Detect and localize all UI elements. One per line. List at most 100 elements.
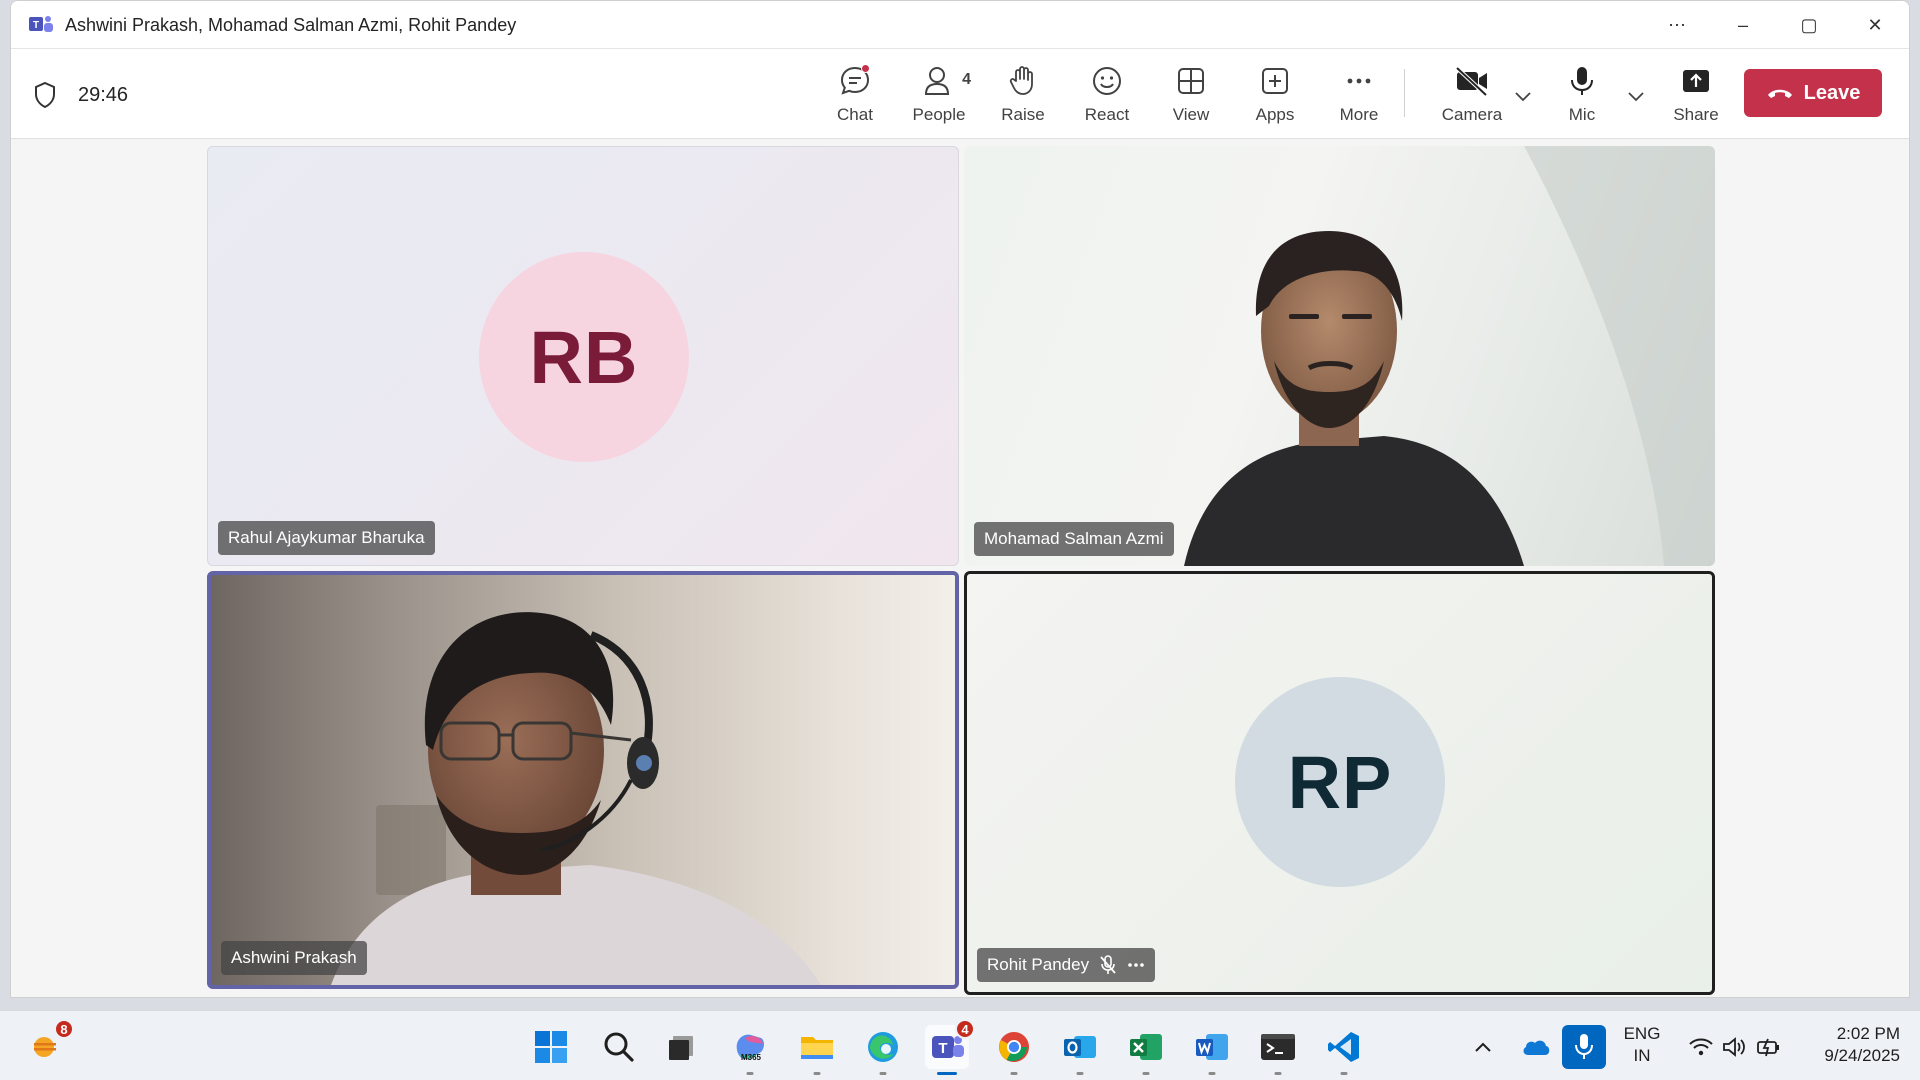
search-button[interactable] [597, 1025, 641, 1069]
word-icon [1196, 1034, 1228, 1060]
windows-taskbar: 8 M365 T 4 ENG IN 2:02 PM 9/24/2025 [0, 1010, 1920, 1080]
running-indicator [1142, 1072, 1150, 1075]
toolbar-separator [1404, 69, 1405, 117]
react-button[interactable]: React [1068, 61, 1146, 131]
participant-options-icon[interactable] [1127, 962, 1145, 968]
people-count: 4 [962, 71, 971, 88]
camera-label: Camera [1441, 105, 1503, 124]
maximize-button[interactable]: ▢ [1787, 11, 1831, 39]
participant-name-tag: Rohit Pandey [977, 948, 1156, 982]
hang-up-icon [1767, 89, 1792, 98]
share-screen-icon [1683, 70, 1709, 92]
clock-time: 2:02 PM [1836, 1024, 1900, 1043]
participant-video-feed [331, 612, 821, 985]
onedrive-cloud-icon [1523, 1040, 1550, 1055]
chrome-app[interactable] [992, 1025, 1036, 1075]
participant-name-tag: Ashwini Prakash [221, 941, 367, 975]
participant-name: Rahul Ajaykumar Bharuka [228, 528, 425, 547]
mic-muted-icon [1100, 955, 1116, 974]
start-icon [535, 1031, 567, 1063]
battery-charging-icon [1757, 1038, 1779, 1057]
file-explorer-app[interactable] [795, 1025, 839, 1075]
mic-options-chevron[interactable] [1624, 85, 1648, 109]
teams-badge: 4 [955, 1019, 975, 1039]
weather-widget[interactable]: 8 [24, 1019, 74, 1069]
smiley-icon [1093, 67, 1121, 95]
participant-video-tile-active-speaker[interactable]: Ashwini Prakash [207, 571, 959, 989]
running-indicator [1010, 1072, 1018, 1075]
meeting-toolbar: 29:46 Chat 4 People Raise React View App… [11, 49, 1909, 139]
input-language-indicator[interactable]: ENG IN [1617, 1023, 1667, 1067]
people-icon [924, 67, 950, 95]
quick-settings-tray[interactable] [1680, 1025, 1790, 1069]
outlook-app[interactable] [1058, 1025, 1102, 1075]
react-label: React [1084, 105, 1130, 124]
avatar: RP [1235, 677, 1445, 887]
teams-app[interactable]: T 4 [925, 1019, 975, 1075]
search-icon [604, 1032, 634, 1062]
more-button[interactable]: More [1320, 61, 1398, 131]
vscode-app[interactable] [1322, 1025, 1366, 1075]
mic-label: Mic [1568, 105, 1596, 124]
unread-indicator [861, 64, 870, 73]
raise-hand-button[interactable]: Raise [984, 61, 1062, 131]
edge-app[interactable] [861, 1025, 905, 1075]
apps-button[interactable]: Apps [1236, 61, 1314, 131]
microphone-in-use-tray[interactable] [1562, 1025, 1606, 1069]
language-region: IN [1633, 1046, 1651, 1065]
vscode-icon [1328, 1032, 1359, 1062]
svg-text:M365: M365 [741, 1053, 762, 1062]
running-indicator [1340, 1072, 1348, 1075]
window-more-options-button[interactable]: ⋯ [1655, 11, 1699, 39]
people-button[interactable]: 4 People [900, 61, 978, 131]
participant-name-tag: Mohamad Salman Azmi [974, 522, 1174, 556]
participant-tile[interactable]: RB Rahul Ajaykumar Bharuka [207, 146, 959, 566]
leave-button[interactable]: Leave [1744, 69, 1882, 117]
mic-button[interactable]: Mic [1543, 61, 1621, 131]
weather-badge: 8 [54, 1019, 74, 1039]
close-button[interactable]: ✕ [1853, 11, 1897, 39]
m365-copilot-icon: M365 [736, 1034, 764, 1062]
task-view-icon [669, 1036, 693, 1060]
camera-options-chevron[interactable] [1511, 85, 1535, 109]
participant-video-tile[interactable]: Mohamad Salman Azmi [964, 146, 1715, 566]
raise-label: Raise [1001, 105, 1045, 124]
avatar: RB [479, 252, 689, 462]
terminal-app[interactable] [1256, 1025, 1300, 1075]
word-app[interactable] [1190, 1025, 1234, 1075]
share-button[interactable]: Share [1657, 61, 1735, 131]
terminal-icon [1261, 1034, 1295, 1060]
taskbar-clock[interactable]: 2:02 PM 9/24/2025 [1800, 1023, 1900, 1067]
m365-copilot-app[interactable]: M365 [728, 1025, 772, 1075]
add-app-icon [1262, 68, 1288, 94]
participant-video-feed [1184, 146, 1715, 566]
participant-name: Ashwini Prakash [231, 948, 357, 967]
edge-icon [868, 1032, 898, 1062]
wifi-icon [1689, 1038, 1713, 1056]
meeting-timer: 29:46 [78, 84, 129, 106]
excel-app[interactable] [1124, 1025, 1168, 1075]
show-hidden-icons-button[interactable] [1467, 1025, 1499, 1069]
start-button[interactable] [529, 1025, 573, 1069]
svg-text:T: T [33, 20, 39, 31]
clock-date: 9/24/2025 [1824, 1046, 1900, 1065]
minimize-button[interactable]: – [1721, 11, 1765, 39]
chevron-down-icon [1628, 92, 1644, 102]
share-label: Share [1673, 105, 1719, 124]
shield-icon [35, 81, 55, 109]
participant-tile[interactable]: RP Rohit Pandey [964, 571, 1715, 995]
running-indicator [1208, 1072, 1216, 1075]
chat-button[interactable]: Chat [816, 61, 894, 131]
file-explorer-icon [801, 1037, 833, 1059]
chat-label: Chat [837, 105, 873, 124]
video-gallery: RB Rahul Ajaykumar Bharuka Mohamad Salma… [11, 140, 1909, 997]
view-button[interactable]: View [1152, 61, 1230, 131]
task-view-button[interactable] [659, 1025, 703, 1069]
onedrive-tray[interactable] [1519, 1025, 1553, 1069]
volume-icon [1723, 1037, 1745, 1057]
title-bar: T Ashwini Prakash, Mohamad Salman Azmi, … [11, 1, 1909, 49]
participant-name: Mohamad Salman Azmi [984, 529, 1164, 548]
chrome-icon [999, 1032, 1029, 1062]
window-title: Ashwini Prakash, Mohamad Salman Azmi, Ro… [65, 15, 517, 35]
camera-button[interactable]: Camera [1429, 61, 1515, 131]
